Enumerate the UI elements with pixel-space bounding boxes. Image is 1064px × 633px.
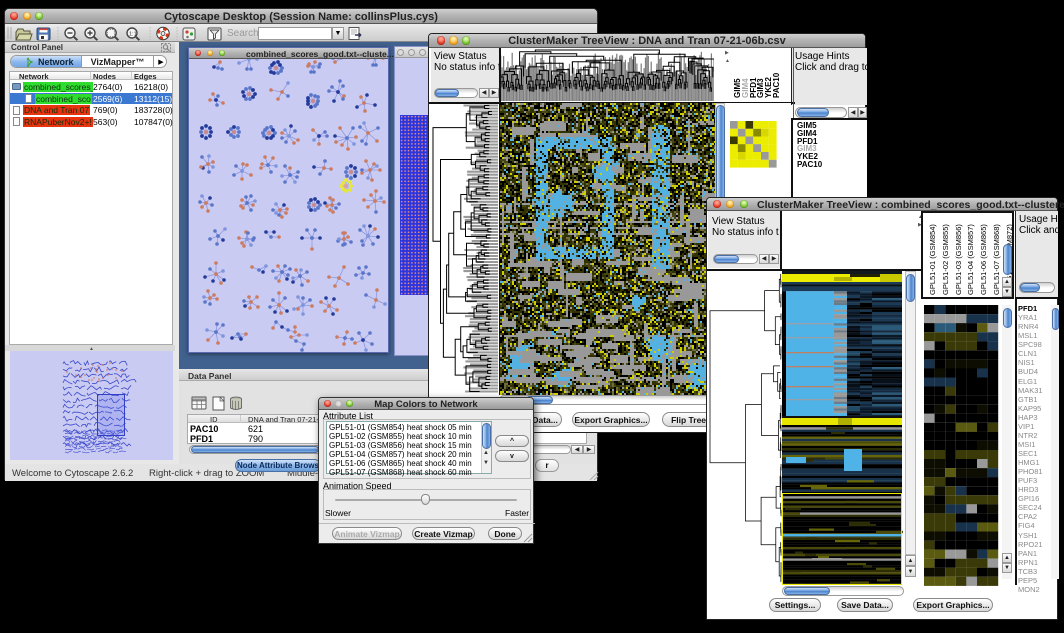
svg-text:1:1: 1:1 <box>129 32 137 38</box>
